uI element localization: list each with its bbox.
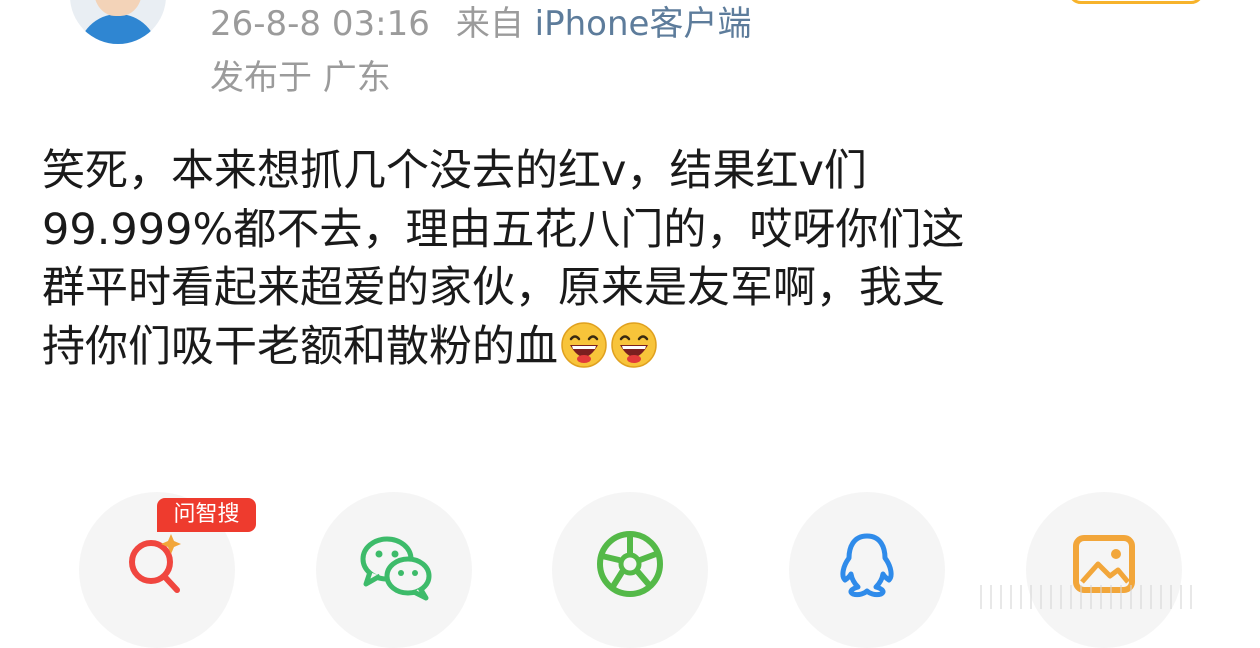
post-last-line: 持你们吸干老额和散粉的血: [42, 318, 1222, 377]
post-body: 笑死，本来想抓几个没去的红v，结果红v们 99.999%都不去，理由五花八门的，…: [42, 142, 1222, 376]
avatar-face: [94, 0, 142, 16]
moments-share-button[interactable]: [552, 492, 708, 648]
avatar-shirt: [78, 14, 158, 44]
save-image-button[interactable]: [1026, 492, 1182, 648]
post-location: 发布于 广东: [210, 58, 391, 98]
laughing-face-icon: [611, 321, 657, 368]
ai-search-button[interactable]: [79, 492, 235, 648]
laughing-face-icon: [561, 321, 607, 368]
follow-button[interactable]: [1068, 0, 1204, 4]
wechat-icon: [360, 536, 432, 601]
qq-share-button[interactable]: [789, 492, 945, 648]
qq-icon: [840, 533, 894, 598]
post-line: 持你们吸干老额和散粉的血: [42, 321, 558, 372]
moments-icon: [597, 531, 663, 597]
post-line: 群平时看起来超爱的家伙，原来是友军啊，我支: [42, 263, 945, 313]
post-source-name[interactable]: iPhone客户端: [535, 4, 752, 44]
scroll-indicator: [980, 585, 1192, 609]
post-source-prefix: 来自: [455, 4, 524, 44]
user-avatar[interactable]: [70, 0, 166, 44]
post-line: 笑死，本来想抓几个没去的红v，结果红v们: [42, 146, 867, 196]
ai-search-icon: [129, 534, 181, 593]
post-line: 99.999%都不去，理由五花八门的，哎呀你们这: [42, 204, 965, 255]
wechat-share-button[interactable]: [316, 492, 472, 648]
post-meta: 26-8-8 03:16 来自 iPhone客户端: [210, 4, 751, 44]
post-timestamp: 26-8-8 03:16: [210, 4, 430, 44]
